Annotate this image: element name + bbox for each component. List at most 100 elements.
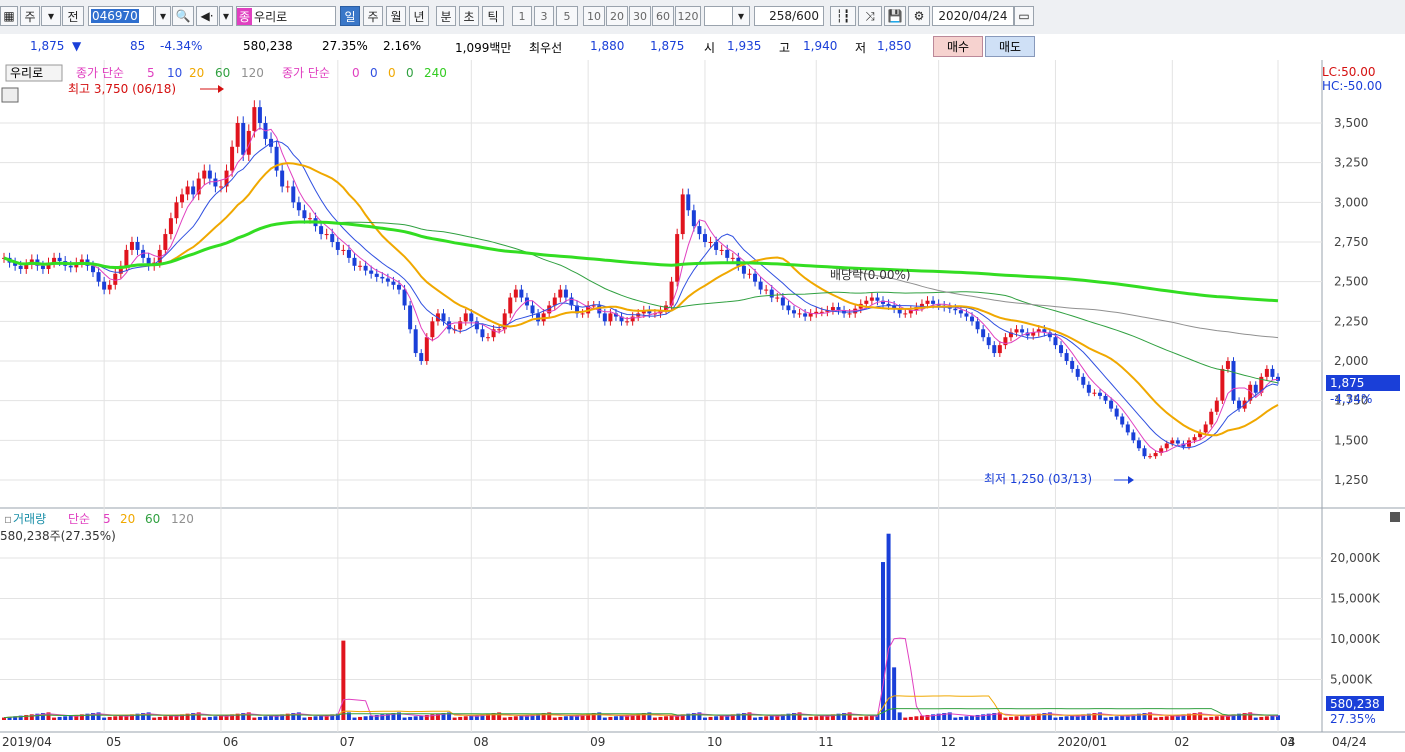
calendar-icon[interactable]: ▭ [1014, 6, 1034, 26]
sell-button[interactable]: 매도 [985, 36, 1035, 57]
candle-body [1192, 437, 1197, 441]
legend-ma60: 60 [215, 66, 230, 80]
volume-bar [252, 717, 257, 720]
stock-chart[interactable]: 1,2501,5001,7502,0002,2502,5002,7503,000… [0, 60, 1405, 752]
candle-body [1053, 337, 1058, 346]
candle-body [486, 337, 491, 339]
candle-body [953, 308, 958, 311]
low-price: 1,850 [877, 39, 912, 53]
menu-icon[interactable]: ▦ [0, 6, 18, 26]
candle-body [769, 289, 774, 298]
tab-all[interactable]: 전 [62, 6, 84, 26]
candle-body [830, 307, 835, 311]
volume-bar [452, 717, 457, 720]
legend-ma2-p1: 0 [352, 66, 360, 80]
custom-interval-dropdown-icon[interactable]: ▾ [732, 6, 750, 26]
volume-bar [463, 716, 468, 720]
volume-bar [408, 716, 413, 720]
candle-body [430, 321, 435, 338]
volume-bar [753, 717, 758, 720]
interval-10[interactable]: 10 [583, 6, 605, 26]
candle-body [530, 305, 535, 314]
price-change: 85 [130, 39, 146, 53]
volume-bar [1164, 716, 1169, 720]
zoom-icon[interactable]: ⤨ [858, 6, 882, 26]
date-input[interactable]: 2020/04/24 [932, 6, 1014, 26]
volume-bar [307, 716, 312, 720]
legend-ma5: 5 [147, 66, 155, 80]
candle-body [335, 242, 340, 250]
save-icon[interactable]: 💾 [884, 6, 906, 26]
candle-body [1175, 440, 1180, 444]
period-day[interactable]: 일 [340, 6, 360, 26]
candle-body [1142, 448, 1147, 457]
candle-body [1014, 329, 1019, 333]
candle-body [374, 273, 379, 277]
volume-bar [402, 717, 407, 720]
legend-ma120: 120 [241, 66, 264, 80]
interval-60[interactable]: 60 [652, 6, 674, 26]
interval-30[interactable]: 30 [629, 6, 651, 26]
gear-icon[interactable]: ⚙ [908, 6, 930, 26]
volume-bar [552, 717, 557, 720]
candle-body [285, 186, 290, 188]
candle-body [925, 300, 930, 304]
candle-body [864, 300, 869, 304]
candle-body [1092, 392, 1097, 394]
period-year[interactable]: 년 [409, 6, 429, 26]
volume-legend-ma120: 120 [171, 512, 194, 526]
best-bid-2: 1,875 [650, 39, 685, 53]
period-minute[interactable]: 분 [436, 6, 456, 26]
period-month[interactable]: 월 [386, 6, 406, 26]
code-input[interactable]: 046970 [88, 6, 154, 26]
candle-body [869, 297, 874, 301]
volume-panel-toggle-icon[interactable] [1390, 512, 1400, 522]
volume-legend-ma20: 20 [120, 512, 135, 526]
high-price: 1,940 [803, 39, 838, 53]
chart-type-icon[interactable]: ┆┇ [830, 6, 856, 26]
candle-body [291, 186, 296, 203]
volume-legend-label: 거래량 [13, 512, 46, 526]
period-tick[interactable]: 틱 [482, 6, 504, 26]
candle-body [168, 218, 173, 235]
tab-stock[interactable]: 주 [20, 6, 40, 26]
count-input[interactable]: 258/600 [754, 6, 824, 26]
search-icon[interactable]: 🔍 [172, 6, 194, 26]
stock-name-field[interactable]: 종 우리로 [236, 6, 336, 26]
interval-3[interactable]: 3 [534, 6, 554, 26]
candle-body [580, 313, 585, 315]
interval-1[interactable]: 1 [512, 6, 532, 26]
speaker-dropdown-icon[interactable]: ▾ [219, 6, 233, 26]
interval-5[interactable]: 5 [556, 6, 578, 26]
low-annotation: 최저 1,250 (03/13) [984, 472, 1092, 486]
volume-bar [602, 717, 607, 720]
candle-body [391, 281, 396, 285]
candle-body [725, 249, 730, 258]
interval-120[interactable]: 120 [675, 6, 701, 26]
volume-bar [958, 716, 963, 720]
candle-body [997, 345, 1002, 354]
dropdown-icon[interactable]: ▾ [41, 6, 61, 26]
volume-bar [363, 716, 368, 720]
candle-body [408, 305, 413, 330]
volume-tick-label: 20,000K [1330, 551, 1381, 565]
period-week[interactable]: 주 [363, 6, 383, 26]
volume-bar [708, 716, 713, 720]
code-dropdown-icon[interactable]: ▾ [155, 6, 171, 26]
speaker-icon[interactable]: ◀· [196, 6, 218, 26]
candle-body [352, 257, 357, 266]
interval-20[interactable]: 20 [606, 6, 628, 26]
volume-bar [1264, 716, 1269, 720]
price-tick-label: 2,750 [1334, 235, 1368, 249]
date-tick-label: 2020/01 [1057, 735, 1107, 749]
volume-bar [613, 716, 618, 720]
candle-body [886, 303, 891, 306]
candle-body [563, 289, 568, 298]
grid-toggle-icon[interactable] [1, 87, 19, 103]
lc-label: LC:50.00 [1322, 65, 1375, 79]
volume-legend-ma-label: 단순 [68, 512, 90, 526]
period-second[interactable]: 초 [459, 6, 479, 26]
volume-bar [558, 716, 563, 720]
candle-body [986, 337, 991, 346]
buy-button[interactable]: 매수 [933, 36, 983, 57]
